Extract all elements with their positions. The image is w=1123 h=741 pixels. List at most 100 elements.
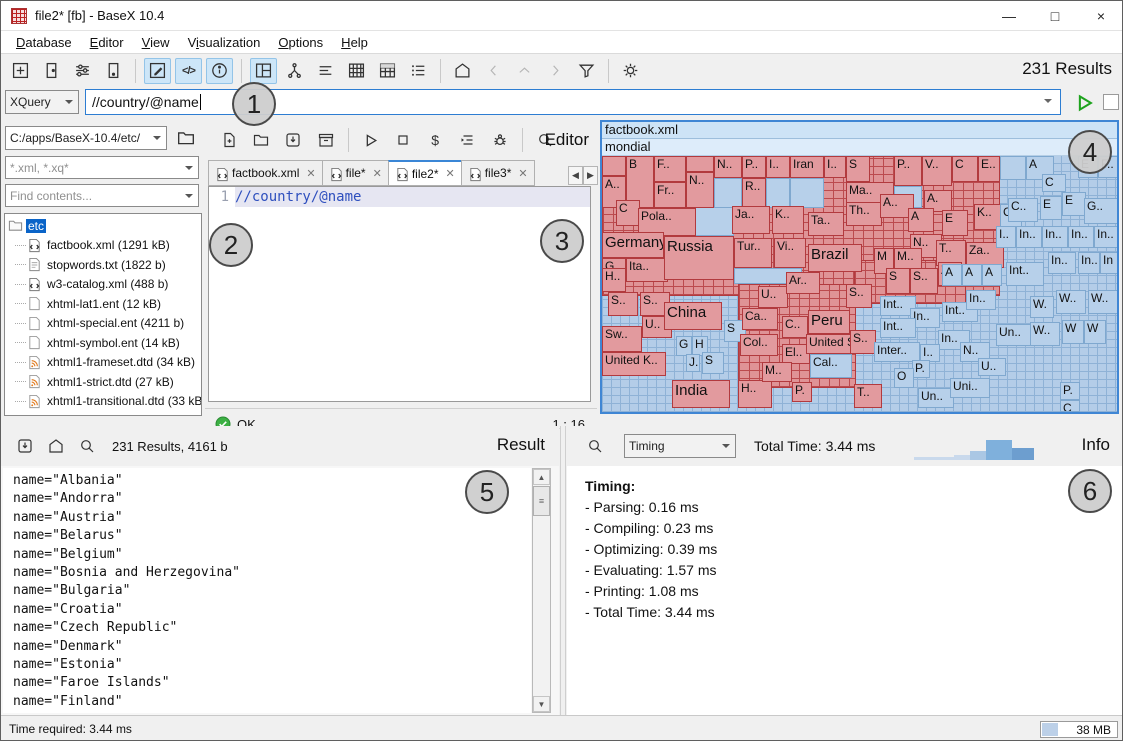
info-view-button[interactable] [206,58,233,84]
preferences-button[interactable] [617,58,644,84]
treemap-cell-w[interactable]: W.. [1030,322,1060,346]
treemap-cell-e[interactable]: E [942,210,968,236]
close-tab-icon[interactable]: ✕ [306,167,315,180]
treemap-cell-c[interactable]: C [952,156,978,182]
info-mode-select[interactable]: Timing [624,434,736,458]
result-scrollbar[interactable]: ▲ ≡ ▼ [532,468,551,713]
query-mode-select[interactable]: XQuery [5,90,79,114]
treemap-cell-j[interactable]: J. [686,354,700,372]
scroll-up-button[interactable]: ▲ [533,469,550,485]
find-contents-select[interactable]: Find contents... [5,184,199,207]
treemap-cell-in[interactable]: In.. [966,290,996,310]
treemap-cell-w[interactable]: W [1062,320,1084,344]
treemap-cell[interactable] [1000,156,1026,180]
treemap-cell-ca[interactable]: Ca.. [742,308,778,330]
tree-item-file[interactable]: xhtml1-strict.dtd (27 kB) [5,372,201,392]
treemap-cell-r[interactable]: R.. [742,178,766,208]
treemap-cell-in[interactable]: In [1100,252,1117,274]
menu-item-view[interactable]: View [133,33,179,52]
open-database-button[interactable] [38,58,65,84]
close-button[interactable]: × [1078,1,1123,31]
treemap-cell-ja[interactable]: Ja.. [732,206,770,234]
tree-item-file[interactable]: xhtml-special.ent (4211 b) [5,314,201,334]
treemap-cell[interactable] [694,206,734,236]
save-file-button[interactable] [280,127,306,153]
up-button[interactable] [511,58,538,84]
close-database-button[interactable] [100,58,127,84]
tab-scroll-right-button[interactable]: ▶ [583,166,598,185]
stop-query-button[interactable] [1103,94,1119,110]
treemap-cell-in[interactable]: In.. [1078,252,1100,274]
treemap-cell-c[interactable]: C [1042,174,1066,192]
treemap-cell-a[interactable]: A [942,264,962,286]
treemap-cell-russia[interactable]: Russia [664,236,734,280]
treemap-cell-e[interactable]: E [1040,196,1062,220]
menu-item-options[interactable]: Options [269,33,332,52]
treemap-cell-a[interactable]: A [908,208,934,232]
treemap-cell-cal[interactable]: Cal.. [810,354,852,378]
code-view-button[interactable]: </> [175,58,202,84]
treemap-panel[interactable]: factbook.xml mondial A..BF..Fr..N..N..P.… [600,120,1119,414]
list-view-button[interactable] [405,58,432,84]
stop-button[interactable] [390,127,416,153]
treemap-cell-c[interactable]: C [1060,400,1080,412]
treemap-cell[interactable] [766,178,790,208]
tree-item-file[interactable]: xhtml1-transitional.dtd (33 kB) [5,392,201,412]
database-properties-button[interactable] [69,58,96,84]
treemap-cell-s[interactable]: S.. [846,284,872,308]
treemap-cell-u[interactable]: U.. [978,358,1006,376]
treemap-cell-n[interactable]: N.. [714,156,742,178]
run-button[interactable] [358,127,384,153]
minimize-button[interactable]: — [986,1,1032,31]
treemap-cell-k[interactable]: K.. [772,206,804,234]
treemap-cell-un[interactable]: Un.. [996,324,1032,346]
treemap-canvas[interactable]: A..BF..Fr..N..N..P..R..I..IranI..SMa..P.… [602,156,1117,412]
browse-folder-button[interactable] [173,127,199,149]
treemap-cell-in[interactable]: In.. [1016,226,1042,248]
treemap-root-label[interactable]: mondial [602,139,1117,156]
filter-button[interactable] [573,58,600,84]
editor-view-button[interactable] [144,58,171,84]
treemap-cell-m[interactable]: M.. [762,362,792,382]
treemap-cell-i[interactable]: I.. [824,156,846,178]
menu-item-visualization[interactable]: Visualization [179,33,270,52]
chevron-down-icon[interactable] [1044,99,1052,107]
treemap-cell-ta[interactable]: Ta.. [808,212,844,236]
editor-tab-file3[interactable]: file3*✕ [461,160,535,186]
treemap-cell-ar[interactable]: Ar.. [786,272,820,294]
treemap-cell-w[interactable]: W.. [1088,290,1117,314]
treemap-cell-g[interactable]: G [676,336,692,356]
menu-item-database[interactable]: Database [7,33,81,52]
code-editor[interactable]: 1 //country/@name [208,186,591,402]
menu-item-editor[interactable]: Editor [81,33,133,52]
treemap-cell-w[interactable]: W.. [1056,290,1086,314]
treemap-cell-fr[interactable]: Fr.. [654,182,686,208]
treemap-cell-th[interactable]: Th.. [846,202,882,226]
treemap-cell-i[interactable]: I.. [766,156,790,178]
treemap-cell-t[interactable]: T.. [854,384,882,408]
treemap-cell-s[interactable]: S.. [910,268,938,294]
treemap-cell-e[interactable]: E.. [978,156,1000,182]
treemap-cell-n[interactable]: N.. [686,172,714,208]
tree-item-file[interactable]: factbook.xml (1291 kB) [5,236,201,256]
tab-scroll-left-button[interactable]: ◀ [568,166,583,185]
treemap-cell-s[interactable]: S [846,156,870,182]
treemap-cell-s[interactable]: S.. [608,292,638,316]
close-tab-icon[interactable]: ✕ [518,167,527,180]
treemap-cell-in[interactable]: In.. [1042,226,1068,248]
treemap-cell-w[interactable]: W [1084,320,1106,344]
maximize-button[interactable]: □ [1032,1,1078,31]
treemap-cell-in[interactable]: In.. [1048,252,1076,274]
treemap-cell-h[interactable]: H.. [738,380,772,408]
treemap-cell-p[interactable]: P. [1060,382,1080,400]
tree-item-file[interactable]: w3-catalog.xml (488 b) [5,275,201,295]
treemap-cell-p[interactable]: P. [912,360,930,378]
treemap-cell[interactable] [686,156,714,172]
treemap-cell-v[interactable]: V.. [922,156,952,186]
memory-gauge[interactable]: 38 MB [1040,721,1118,738]
tree-item-file[interactable]: xhtml-symbol.ent (14 kB) [5,333,201,353]
format-button[interactable] [454,127,480,153]
result-search-button[interactable] [73,433,100,459]
treemap-cell-p[interactable]: P.. [894,156,922,186]
treemap-cell-iran[interactable]: Iran [790,156,824,178]
